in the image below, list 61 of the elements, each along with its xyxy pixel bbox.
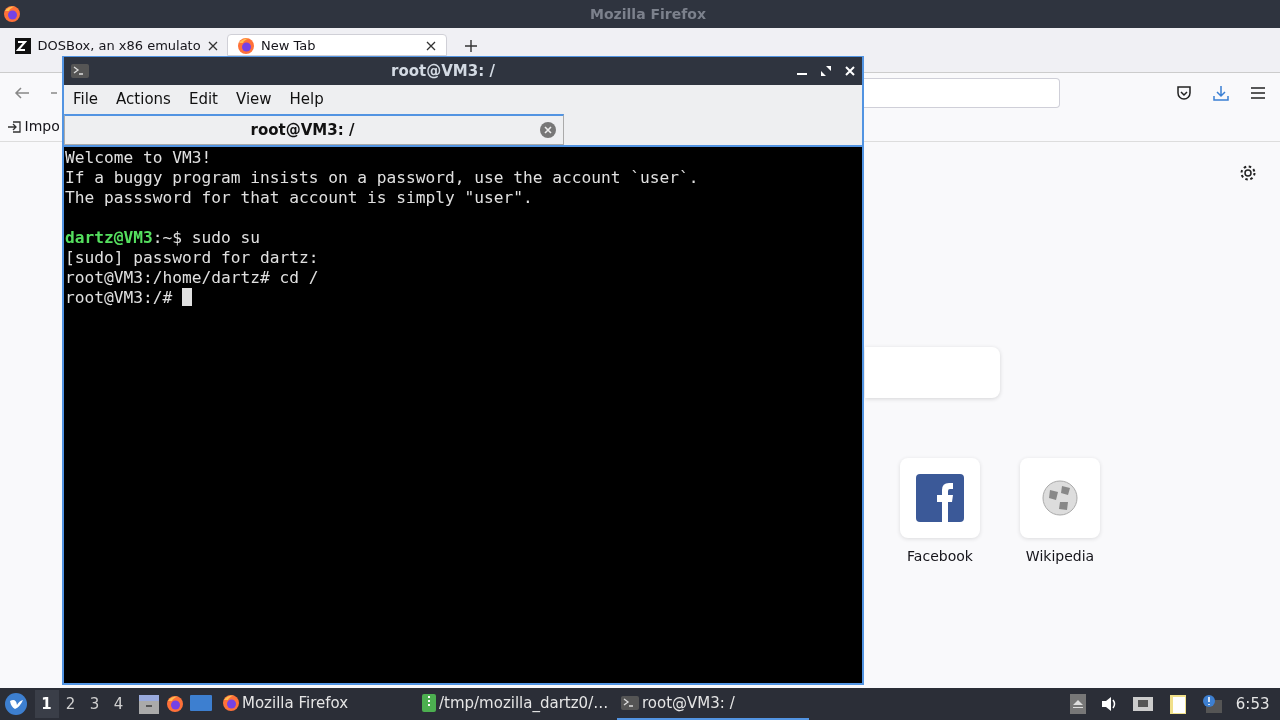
terminal-line: dartz@VM3:~$ sudo su [65, 228, 260, 248]
eject-icon[interactable] [1069, 694, 1086, 714]
terminal-line: If a buggy program insists on a password, use the account `user`. [65, 168, 699, 187]
zip-file-icon [421, 694, 436, 712]
browser-tab[interactable]: New Tab [227, 34, 447, 56]
taskbar-button[interactable]: Mozilla Firefox [218, 688, 411, 720]
workspace-button[interactable]: 4 [106, 690, 131, 718]
menu-item[interactable]: Help [280, 88, 333, 111]
file-cabinet-icon[interactable] [137, 693, 160, 715]
firefox-icon[interactable] [166, 696, 183, 712]
window-title: root@VM3: / [391, 61, 495, 80]
notification-icon[interactable] [1201, 694, 1222, 714]
terminal-line: root@VM3:/# [65, 288, 174, 307]
desktop-icon[interactable] [189, 695, 212, 713]
network-icon[interactable] [1131, 695, 1154, 713]
terminal-icon [71, 64, 89, 78]
clipboard-icon[interactable] [1167, 693, 1188, 715]
globe-icon [1040, 478, 1080, 518]
browser-tab[interactable]: DOSBox, an x86 emulato [3, 34, 224, 56]
workspace-button[interactable]: 1 [34, 690, 59, 718]
menu-item[interactable]: File [64, 88, 108, 111]
firefox-icon [238, 38, 254, 54]
shortcut-tile[interactable] [900, 458, 980, 538]
import-icon [7, 119, 21, 134]
menu-item[interactable]: Edit [179, 88, 227, 111]
firefox-icon [3, 6, 20, 22]
address-field[interactable] [864, 77, 1060, 108]
menu-icon[interactable] [1250, 85, 1266, 100]
favicon-icon [14, 38, 31, 54]
menu-item[interactable]: View [226, 88, 281, 111]
pocket-icon[interactable] [1176, 84, 1192, 101]
shortcut-label: Wikipedia [1025, 547, 1095, 566]
firefox-icon [222, 695, 239, 711]
terminal-line: The passsword for that account is simply "user". [65, 188, 533, 207]
clock: 6:53 [1235, 693, 1270, 715]
taskbar-button[interactable]: /tmp/mozilla_dartz0/… [417, 688, 610, 720]
close-icon[interactable] [426, 41, 436, 51]
maximize-icon[interactable] [821, 66, 831, 76]
search-field[interactable] [865, 347, 1000, 398]
add-tab-icon[interactable] [464, 40, 477, 52]
close-icon[interactable] [207, 41, 218, 51]
back-icon[interactable] [14, 84, 30, 101]
volume-icon[interactable] [1099, 695, 1118, 713]
settings-icon[interactable] [1239, 164, 1257, 182]
start-menu-icon[interactable] [3, 692, 28, 716]
facebook-icon [916, 474, 964, 522]
terminal-line: Welcome to VM3! [65, 148, 212, 167]
menu-item[interactable]: Actions [107, 88, 180, 111]
terminal-tab[interactable]: root@VM3: / [64, 114, 564, 145]
taskbar-button[interactable]: root@VM3: / [616, 688, 809, 720]
shortcut-label: Facebook [907, 547, 973, 566]
terminal-icon [620, 696, 639, 710]
workspace-button[interactable]: 2 [58, 690, 83, 718]
bookmark-link[interactable]: Impo [24, 116, 60, 137]
workspace-button[interactable]: 3 [82, 690, 107, 718]
close-tab-icon[interactable] [540, 122, 556, 138]
terminal-line: [sudo] password for dartz: [65, 248, 319, 267]
terminal-line: root@VM3:/home/dartz# cd / [65, 268, 319, 287]
window-title: Mozilla Firefox [590, 5, 706, 22]
shortcut-tile[interactable] [1020, 458, 1100, 538]
download-icon[interactable] [1213, 84, 1229, 101]
